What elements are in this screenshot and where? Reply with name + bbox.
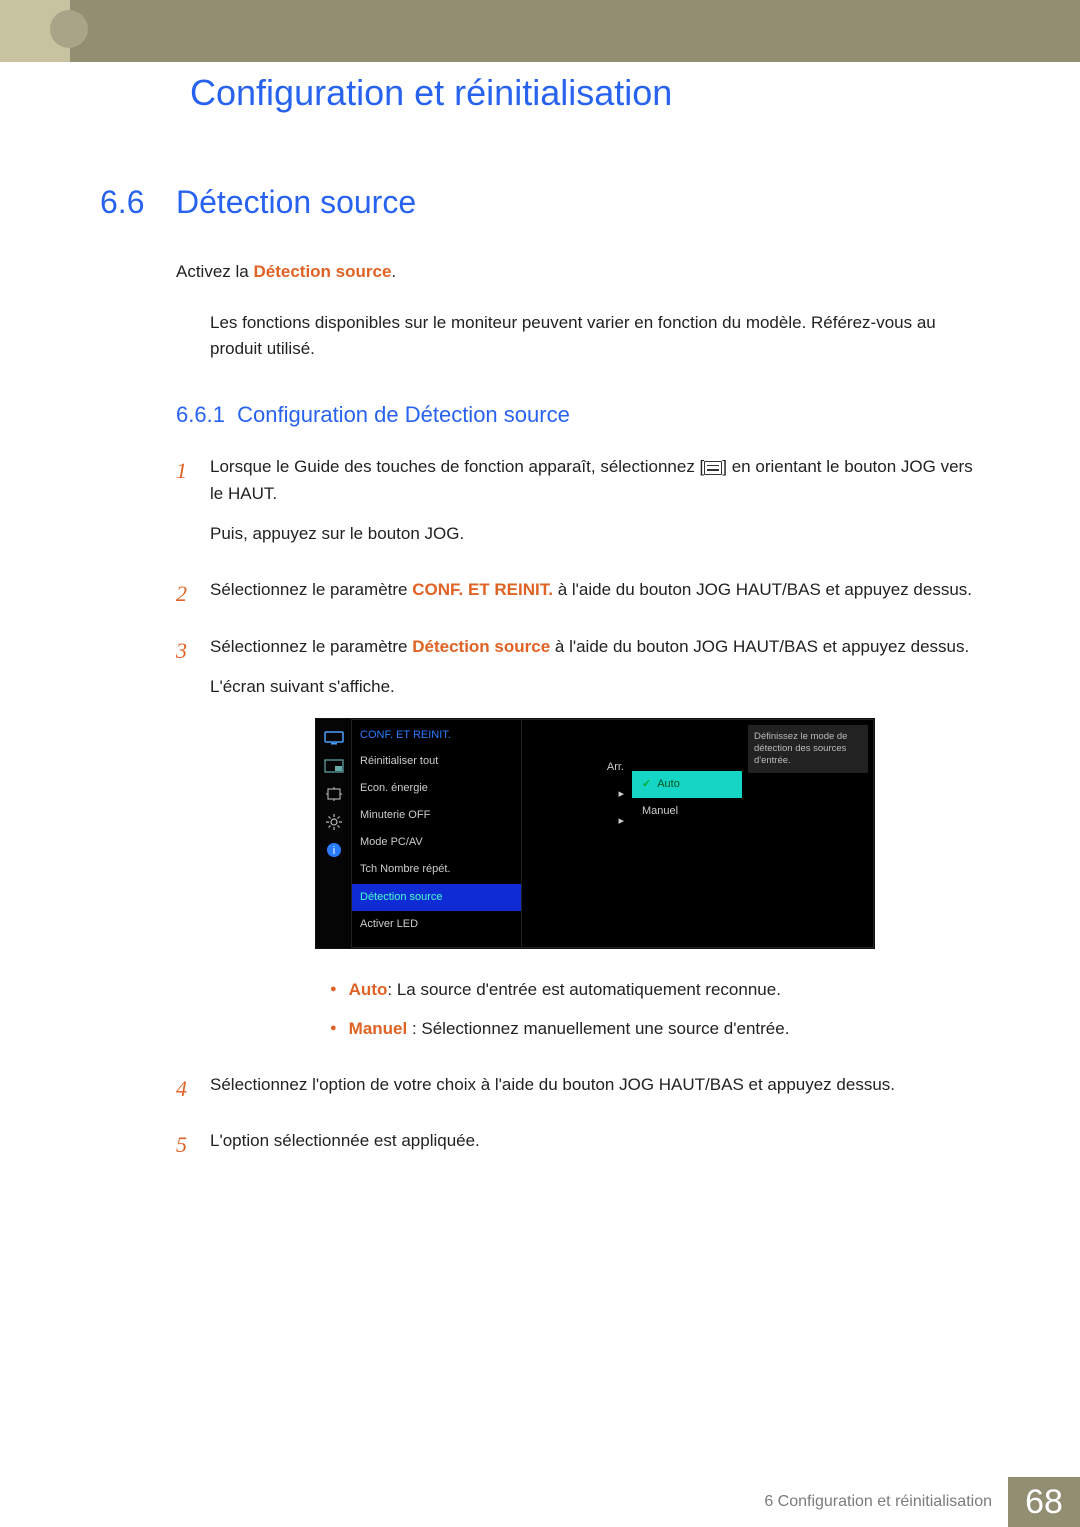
step-number-4: 4 (176, 1072, 192, 1112)
option-auto-text: : La source d'entrée est automatiquement… (387, 980, 781, 999)
option-manuel-kw: Manuel (349, 1019, 408, 1038)
option-auto: ● Auto: La source d'entrée est automatiq… (330, 977, 980, 1003)
step-number-1: 1 (176, 454, 192, 561)
osd-row-keyrepeat: Tch Nombre répét. (352, 856, 521, 883)
step2-line: Sélectionnez le paramètre CONF. ET REINI… (210, 577, 980, 603)
step1-line1: Lorsque le Guide des touches de fonction… (210, 454, 980, 507)
osd-row-source: Détection source (352, 884, 521, 911)
step-number-5: 5 (176, 1128, 192, 1168)
option-manuel-text: : Sélectionnez manuellement une source d… (407, 1019, 789, 1038)
osd-row-timer: Minuterie OFF (352, 802, 521, 829)
osd-hint: Définissez le mode de détection des sour… (748, 725, 868, 773)
screen-icon (323, 785, 345, 803)
gear-icon (323, 813, 345, 831)
bullet-icon: ● (330, 977, 337, 1003)
step3-line1: Sélectionnez le paramètre Détection sour… (210, 634, 980, 660)
subsection-title: Configuration de Détection source (237, 402, 570, 427)
option-manuel: ● Manuel : Sélectionnez manuellement une… (330, 1016, 980, 1042)
section-title: Détection source (176, 184, 416, 221)
osd-val-timer: ▸ (522, 781, 632, 808)
step3-line2: L'écran suivant s'affiche. (210, 674, 980, 700)
osd-val-pcav: ▸ (522, 808, 632, 835)
step3-keyword: Détection source (412, 637, 550, 656)
osd-header: CONF. ET REINIT. (352, 725, 521, 748)
option-auto-kw: Auto (349, 980, 388, 999)
section-number: 6.6 (100, 184, 156, 221)
osd-sub-auto: ✓Auto (632, 771, 742, 798)
intro-prefix: Activez la (176, 262, 253, 281)
step2-keyword: CONF. ET REINIT. (412, 580, 553, 599)
step4-line: Sélectionnez l'option de votre choix à l… (210, 1072, 980, 1098)
chapter-title: Configuration et réinitialisation (0, 62, 1080, 114)
note-text: Les fonctions disponibles sur le moniteu… (100, 310, 980, 363)
intro-keyword: Détection source (253, 262, 391, 281)
osd-row-pcav: Mode PC/AV (352, 829, 521, 856)
footer-chapter-label: 6 Configuration et réinitialisation (748, 1477, 1008, 1527)
info-icon: i (323, 841, 345, 859)
intro-line: Activez la Détection source. (100, 259, 980, 285)
step-number-2: 2 (176, 577, 192, 617)
step-number-3: 3 (176, 634, 192, 1056)
osd-sub-manual: Manuel (632, 798, 742, 825)
osd-val-reset (522, 744, 632, 754)
header-accent (0, 0, 70, 62)
menu-icon (704, 461, 722, 475)
osd-row-eco: Econ. énergie (352, 775, 521, 802)
subsection-number: 6.6.1 (176, 402, 225, 427)
osd-screenshot: i CONF. ET REINIT. Réinitialiser tout Ec… (315, 718, 875, 948)
osd-val-eco: Arr. (522, 754, 632, 781)
monitor-icon (323, 729, 345, 747)
step1-line2: Puis, appuyez sur le bouton JOG. (210, 521, 980, 547)
header-bar (70, 0, 1080, 62)
pip-icon (323, 757, 345, 775)
osd-row-led: Activer LED (352, 911, 521, 938)
svg-text:i: i (332, 845, 334, 857)
intro-suffix: . (391, 262, 396, 281)
footer-page-number: 68 (1008, 1477, 1080, 1527)
osd-row-reset: Réinitialiser tout (352, 748, 521, 775)
step5-line: L'option sélectionnée est appliquée. (210, 1128, 980, 1154)
bullet-icon: ● (330, 1016, 337, 1042)
